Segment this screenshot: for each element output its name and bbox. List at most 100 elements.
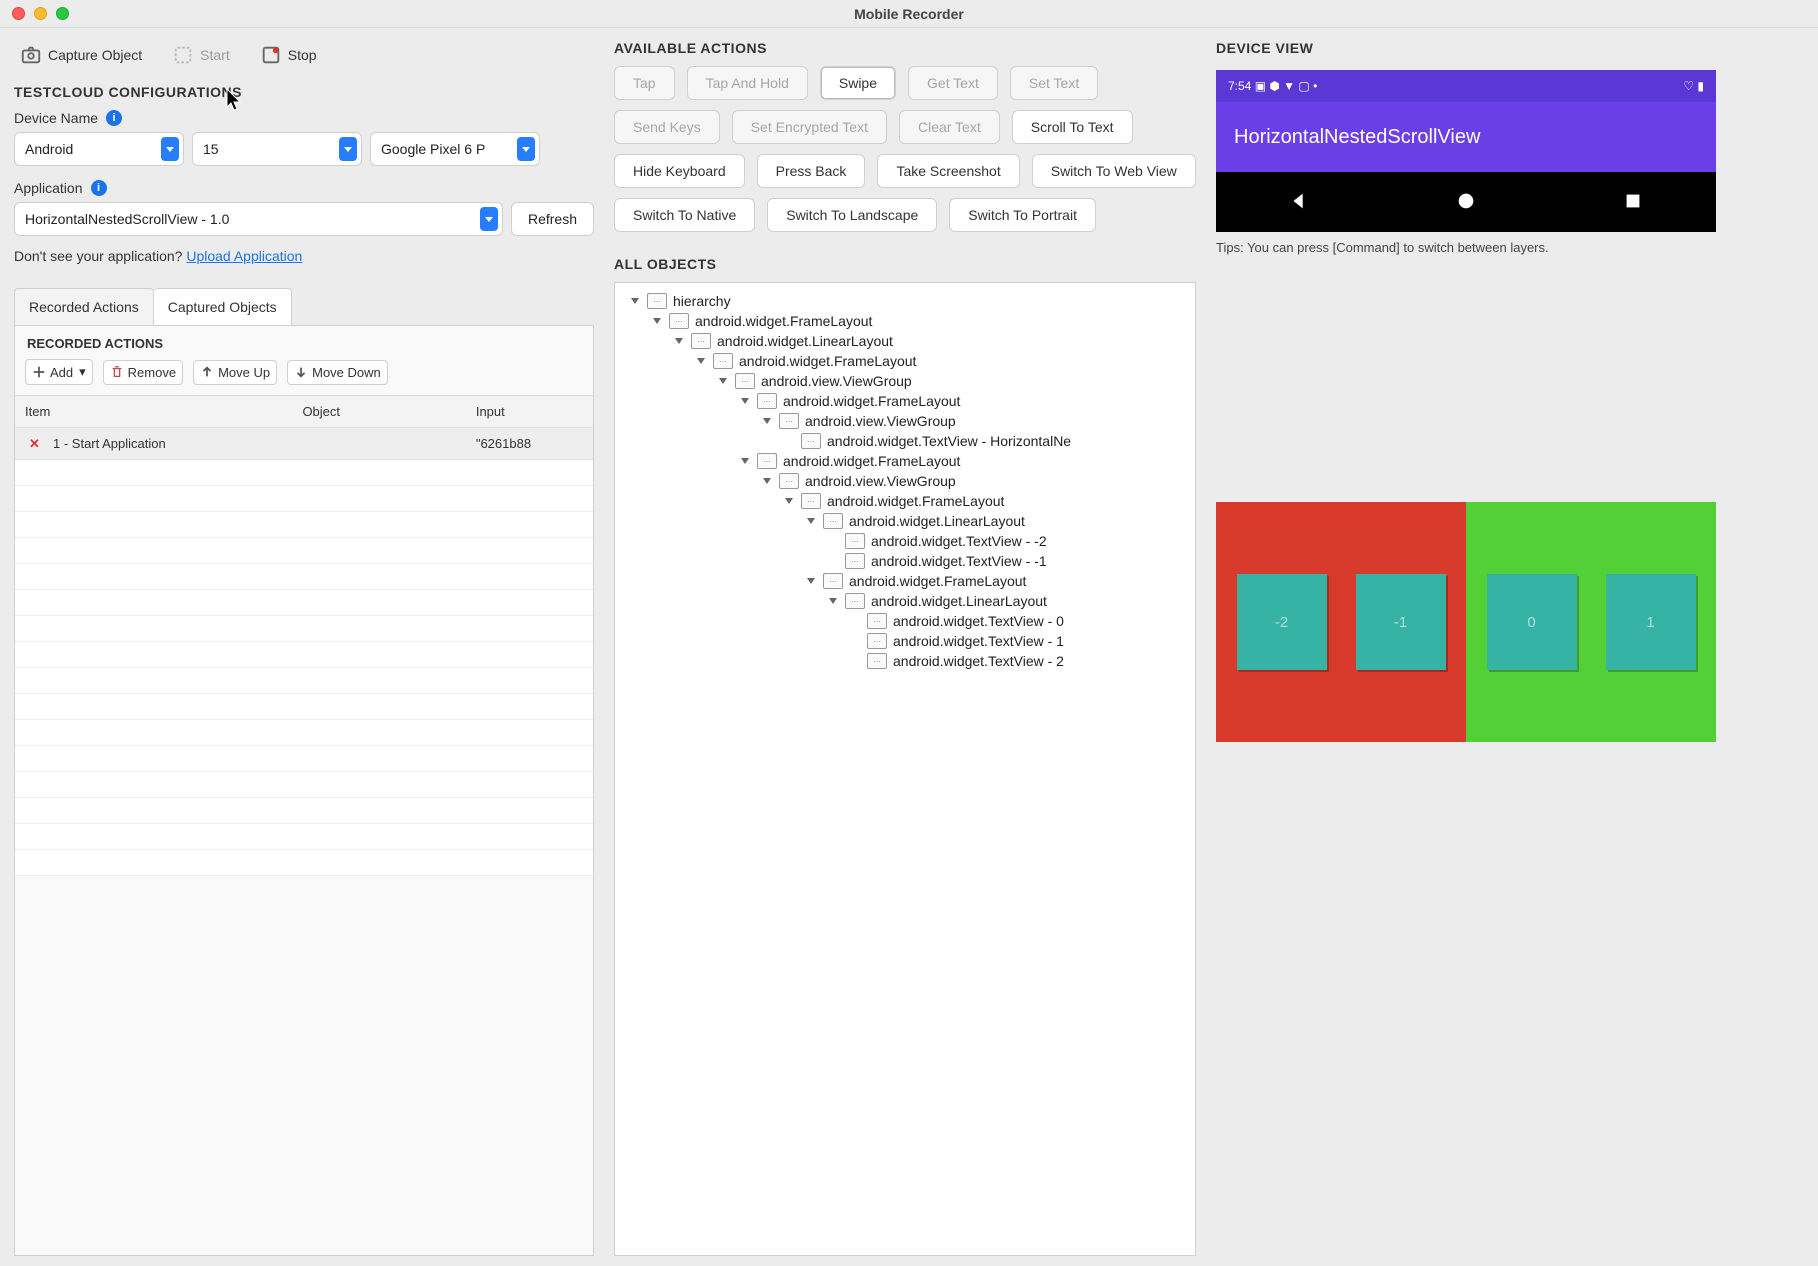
action-hide-keyboard[interactable]: Hide Keyboard bbox=[614, 154, 745, 188]
action-clear-text: Clear Text bbox=[899, 110, 1000, 144]
table-row[interactable]: ✕1 - Start Application"6261b88 bbox=[15, 428, 593, 460]
refresh-button[interactable]: Refresh bbox=[511, 202, 594, 236]
info-icon[interactable]: i bbox=[91, 180, 107, 196]
add-label: Add bbox=[50, 365, 73, 380]
tree-node-label: android.view.ViewGroup bbox=[805, 473, 956, 489]
caret-down-icon[interactable] bbox=[739, 395, 751, 407]
tree-node[interactable]: ⋯android.widget.FrameLayout bbox=[621, 571, 1189, 591]
caret-down-icon[interactable] bbox=[827, 595, 839, 607]
col-input: Input bbox=[466, 396, 593, 428]
caret-down-icon[interactable] bbox=[783, 495, 795, 507]
move-down-button[interactable]: Move Down bbox=[287, 360, 388, 385]
nav-home-icon[interactable] bbox=[1455, 190, 1477, 215]
tree-node-label: android.widget.LinearLayout bbox=[717, 333, 893, 349]
tree-node-label: android.widget.TextView - -1 bbox=[871, 553, 1047, 569]
capture-object-button[interactable]: Capture Object bbox=[14, 40, 148, 70]
tree-node[interactable]: ⋯android.widget.LinearLayout bbox=[621, 511, 1189, 531]
tree-node[interactable]: ⋯android.widget.LinearLayout bbox=[621, 591, 1189, 611]
tree-node[interactable]: ⋯android.widget.TextView - 2 bbox=[621, 651, 1189, 671]
arrow-down-icon bbox=[294, 365, 308, 379]
caret-down-icon[interactable] bbox=[651, 315, 663, 327]
action-switch-to-portrait[interactable]: Switch To Portrait bbox=[949, 198, 1096, 232]
device-appbar: HorizontalNestedScrollView bbox=[1216, 102, 1716, 172]
tab-captured-objects[interactable]: Captured Objects bbox=[154, 288, 292, 325]
caret-down-icon[interactable] bbox=[695, 355, 707, 367]
node-icon: ⋯ bbox=[801, 493, 821, 509]
info-icon[interactable]: i bbox=[106, 110, 122, 126]
caret-down-icon[interactable] bbox=[805, 515, 817, 527]
stop-button[interactable]: Stop bbox=[254, 40, 323, 70]
tree-node[interactable]: ⋯android.view.ViewGroup bbox=[621, 471, 1189, 491]
tree-node[interactable]: ⋯android.view.ViewGroup bbox=[621, 371, 1189, 391]
tile[interactable]: 0 bbox=[1487, 574, 1577, 670]
tile[interactable]: 1 bbox=[1606, 574, 1696, 670]
tile[interactable]: -2 bbox=[1237, 574, 1327, 670]
action-swipe[interactable]: Swipe bbox=[820, 66, 896, 100]
caret-down-icon[interactable] bbox=[739, 455, 751, 467]
tree-node[interactable]: ⋯android.widget.FrameLayout bbox=[621, 391, 1189, 411]
tree-node[interactable]: ⋯android.widget.FrameLayout bbox=[621, 351, 1189, 371]
node-icon: ⋯ bbox=[757, 393, 777, 409]
caret-down-icon[interactable] bbox=[805, 575, 817, 587]
pane-green: 01 bbox=[1466, 502, 1716, 742]
nav-recent-icon[interactable] bbox=[1622, 190, 1644, 215]
nav-back-icon[interactable] bbox=[1288, 190, 1310, 215]
recorded-actions-table: Item Object Input ✕1 - Start Application… bbox=[15, 395, 593, 876]
plus-icon bbox=[32, 365, 46, 379]
action-switch-to-landscape[interactable]: Switch To Landscape bbox=[767, 198, 937, 232]
node-icon: ⋯ bbox=[735, 373, 755, 389]
platform-select[interactable]: Android bbox=[14, 132, 184, 166]
tree-node[interactable]: ⋯android.widget.FrameLayout bbox=[621, 491, 1189, 511]
tree-node[interactable]: ⋯android.widget.FrameLayout bbox=[621, 311, 1189, 331]
recorded-actions-heading: RECORDED ACTIONS bbox=[15, 326, 593, 355]
tree-node[interactable]: ⋯android.widget.LinearLayout bbox=[621, 331, 1189, 351]
node-icon: ⋯ bbox=[823, 573, 843, 589]
caret-down-icon[interactable] bbox=[761, 415, 773, 427]
add-action-button[interactable]: Add▾ bbox=[25, 359, 93, 385]
action-switch-to-native[interactable]: Switch To Native bbox=[614, 198, 755, 232]
tree-node[interactable]: ⋯android.view.ViewGroup bbox=[621, 411, 1189, 431]
node-icon: ⋯ bbox=[845, 593, 865, 609]
object-tree[interactable]: ⋯hierarchy⋯android.widget.FrameLayout⋯an… bbox=[614, 282, 1196, 1256]
close-window-button[interactable] bbox=[12, 7, 25, 20]
node-icon: ⋯ bbox=[867, 633, 887, 649]
action-send-keys: Send Keys bbox=[614, 110, 720, 144]
remove-action-button[interactable]: Remove bbox=[103, 360, 183, 385]
tree-node[interactable]: ⋯android.widget.TextView - -2 bbox=[621, 531, 1189, 551]
tree-node[interactable]: ⋯android.widget.TextView - -1 bbox=[621, 551, 1189, 571]
scroll-strip[interactable]: -2 -1 01 bbox=[1216, 502, 1716, 742]
caret-down-icon[interactable] bbox=[673, 335, 685, 347]
node-icon: ⋯ bbox=[867, 653, 887, 669]
caret-down-icon[interactable] bbox=[629, 295, 641, 307]
tree-node-label: hierarchy bbox=[673, 293, 731, 309]
caret-down-icon[interactable] bbox=[761, 475, 773, 487]
titlebar: Mobile Recorder bbox=[0, 0, 1818, 28]
upload-application-link[interactable]: Upload Application bbox=[186, 248, 302, 264]
tile[interactable]: -1 bbox=[1356, 574, 1446, 670]
tree-node[interactable]: ⋯hierarchy bbox=[621, 291, 1189, 311]
action-take-screenshot[interactable]: Take Screenshot bbox=[877, 154, 1019, 188]
caret-down-icon[interactable] bbox=[717, 375, 729, 387]
tree-node[interactable]: ⋯android.widget.TextView - HorizontalNe bbox=[621, 431, 1189, 451]
table-row bbox=[15, 642, 593, 668]
minimize-window-button[interactable] bbox=[34, 7, 47, 20]
col-item: Item bbox=[15, 396, 292, 428]
device-model-select[interactable]: Google Pixel 6 P bbox=[370, 132, 540, 166]
move-up-button[interactable]: Move Up bbox=[193, 360, 277, 385]
tab-recorded-actions[interactable]: Recorded Actions bbox=[14, 288, 154, 325]
action-switch-to-web-view[interactable]: Switch To Web View bbox=[1032, 154, 1196, 188]
tree-node[interactable]: ⋯android.widget.TextView - 0 bbox=[621, 611, 1189, 631]
tree-node-label: android.widget.LinearLayout bbox=[849, 513, 1025, 529]
action-scroll-to-text[interactable]: Scroll To Text bbox=[1012, 110, 1133, 144]
col-object: Object bbox=[292, 396, 465, 428]
action-press-back[interactable]: Press Back bbox=[757, 154, 866, 188]
application-select[interactable]: HorizontalNestedScrollView - 1.0 bbox=[14, 202, 503, 236]
os-version-value: 15 bbox=[203, 141, 219, 157]
chevron-down-icon bbox=[161, 137, 179, 161]
start-icon bbox=[172, 44, 194, 66]
os-version-select[interactable]: 15 bbox=[192, 132, 362, 166]
tree-node[interactable]: ⋯android.widget.FrameLayout bbox=[621, 451, 1189, 471]
all-objects-heading: ALL OBJECTS bbox=[614, 256, 1196, 272]
maximize-window-button[interactable] bbox=[56, 7, 69, 20]
tree-node[interactable]: ⋯android.widget.TextView - 1 bbox=[621, 631, 1189, 651]
